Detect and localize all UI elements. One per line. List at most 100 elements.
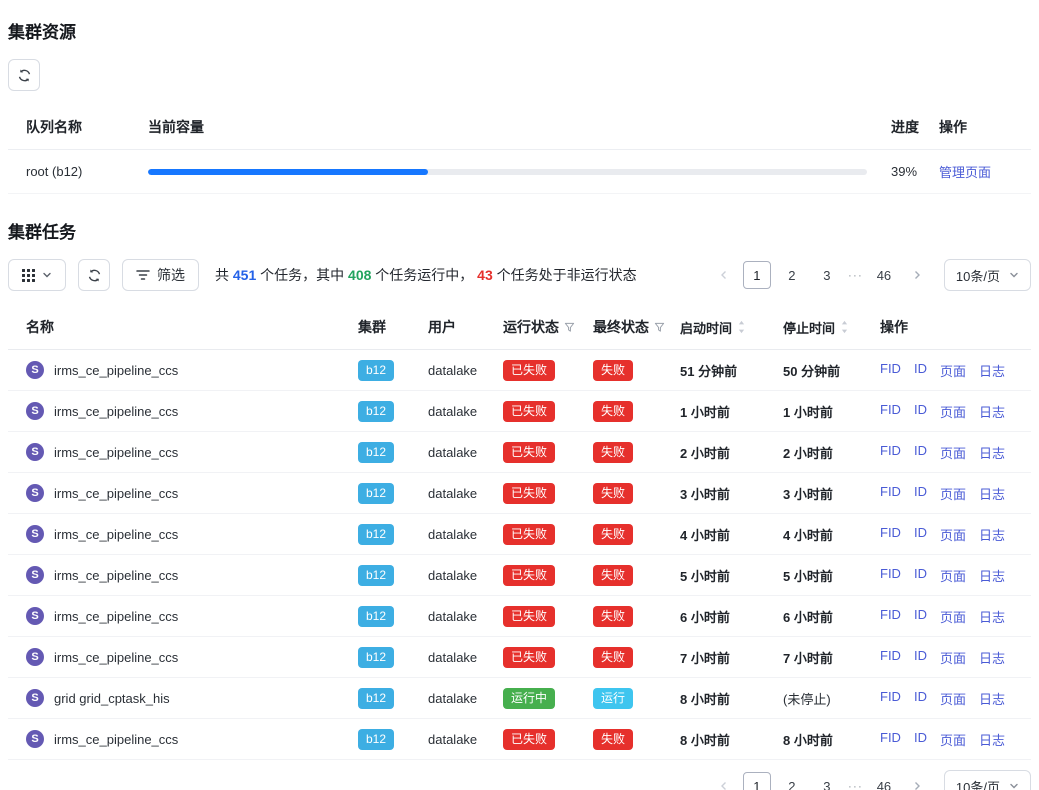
col-header-stop-time: 停止时间	[783, 318, 835, 337]
id-link[interactable]: ID	[914, 648, 927, 667]
id-link[interactable]: ID	[914, 689, 927, 708]
col-header-progress: 进度	[891, 117, 939, 137]
sort-icon[interactable]	[840, 320, 849, 334]
run-status-badge: 已失败	[503, 524, 555, 545]
start-time: 8 小时前	[680, 730, 783, 749]
page-link[interactable]: 页面	[940, 484, 966, 503]
stop-time: 2 小时前	[783, 443, 880, 462]
page-button-3[interactable]: 3	[813, 772, 841, 790]
page-size-select[interactable]: 10条/页	[944, 259, 1031, 291]
task-name: grid grid_cptask_his	[54, 691, 170, 706]
page-button-1[interactable]: 1	[743, 772, 771, 790]
fid-link[interactable]: FID	[880, 607, 901, 626]
task-user: datalake	[428, 486, 503, 501]
page-link[interactable]: 页面	[940, 648, 966, 667]
manage-page-link[interactable]: 管理页面	[939, 165, 991, 180]
fid-link[interactable]: FID	[880, 689, 901, 708]
page-button-2[interactable]: 2	[778, 261, 806, 289]
log-link[interactable]: 日志	[979, 525, 1005, 544]
id-link[interactable]: ID	[914, 730, 927, 749]
tasks-table-body: S irms_ce_pipeline_ccs b12 datalake 已失败 …	[8, 350, 1031, 760]
run-status-badge: 已失败	[503, 565, 555, 586]
page-button-2[interactable]: 2	[778, 772, 806, 790]
id-link[interactable]: ID	[914, 443, 927, 462]
page-ellipsis[interactable]: ···	[848, 779, 863, 790]
id-link[interactable]: ID	[914, 361, 927, 380]
next-page-button[interactable]	[905, 261, 929, 289]
filter-lines-icon	[136, 269, 150, 281]
stop-time: (未停止)	[783, 689, 880, 708]
id-link[interactable]: ID	[914, 525, 927, 544]
page-button-last[interactable]: 46	[870, 772, 898, 790]
id-link[interactable]: ID	[914, 566, 927, 585]
page-link[interactable]: 页面	[940, 566, 966, 585]
prev-page-button[interactable]	[712, 772, 736, 790]
log-link[interactable]: 日志	[979, 607, 1005, 626]
log-link[interactable]: 日志	[979, 689, 1005, 708]
fid-link[interactable]: FID	[880, 361, 901, 380]
fid-link[interactable]: FID	[880, 525, 901, 544]
fid-link[interactable]: FID	[880, 443, 901, 462]
sort-icon[interactable]	[737, 320, 746, 334]
id-link[interactable]: ID	[914, 607, 927, 626]
tasks-refresh-button[interactable]	[78, 259, 110, 291]
page-link[interactable]: 页面	[940, 361, 966, 380]
page-size-select[interactable]: 10条/页	[944, 770, 1031, 790]
page-button-last[interactable]: 46	[870, 261, 898, 289]
final-status-badge: 失败	[593, 647, 633, 668]
id-link[interactable]: ID	[914, 484, 927, 503]
grid-icon	[22, 269, 35, 282]
filter-funnel-icon[interactable]	[564, 322, 575, 333]
fid-link[interactable]: FID	[880, 648, 901, 667]
page-button-3[interactable]: 3	[813, 261, 841, 289]
cluster-badge: b12	[358, 729, 394, 750]
task-name: irms_ce_pipeline_ccs	[54, 650, 178, 665]
page-link[interactable]: 页面	[940, 730, 966, 749]
id-link[interactable]: ID	[914, 402, 927, 421]
page-link[interactable]: 页面	[940, 607, 966, 626]
col-header-cluster: 集群	[358, 317, 428, 337]
log-link[interactable]: 日志	[979, 648, 1005, 667]
page: 集群资源 队列名称 当前容量 进度 操作 root (b12) 39%	[0, 0, 1039, 790]
avatar: S	[26, 402, 44, 420]
page-link[interactable]: 页面	[940, 402, 966, 421]
log-link[interactable]: 日志	[979, 730, 1005, 749]
run-status-badge: 已失败	[503, 442, 555, 463]
fid-link[interactable]: FID	[880, 566, 901, 585]
filter-button[interactable]: 筛选	[122, 259, 199, 291]
next-page-button[interactable]	[905, 772, 929, 790]
task-name: irms_ce_pipeline_ccs	[54, 486, 178, 501]
page-button-1[interactable]: 1	[743, 261, 771, 289]
log-link[interactable]: 日志	[979, 484, 1005, 503]
table-row: S irms_ce_pipeline_ccs b12 datalake 已失败 …	[8, 473, 1031, 514]
col-header-action: 操作	[939, 117, 1031, 137]
filter-funnel-icon[interactable]	[654, 322, 665, 333]
tasks-table: 名称 集群 用户 运行状态 最终状态 启动时间 停止时间 操作 S	[8, 305, 1031, 760]
fid-link[interactable]: FID	[880, 484, 901, 503]
table-row: S irms_ce_pipeline_ccs b12 datalake 已失败 …	[8, 596, 1031, 637]
fid-link[interactable]: FID	[880, 402, 901, 421]
total-count: 451	[233, 267, 256, 283]
page-ellipsis[interactable]: ···	[848, 268, 863, 282]
avatar: S	[26, 648, 44, 666]
stop-time: 8 小时前	[783, 730, 880, 749]
task-name: irms_ce_pipeline_ccs	[54, 609, 178, 624]
stopped-count: 43	[477, 267, 493, 283]
avatar: S	[26, 484, 44, 502]
page-link[interactable]: 页面	[940, 525, 966, 544]
column-layout-button[interactable]	[8, 259, 66, 291]
page-link[interactable]: 页面	[940, 443, 966, 462]
final-status-badge: 失败	[593, 729, 633, 750]
task-name: irms_ce_pipeline_ccs	[54, 527, 178, 542]
prev-page-button[interactable]	[712, 261, 736, 289]
log-link[interactable]: 日志	[979, 361, 1005, 380]
fid-link[interactable]: FID	[880, 730, 901, 749]
table-row: S irms_ce_pipeline_ccs b12 datalake 已失败 …	[8, 350, 1031, 391]
log-link[interactable]: 日志	[979, 566, 1005, 585]
resources-refresh-button[interactable]	[8, 59, 40, 91]
log-link[interactable]: 日志	[979, 402, 1005, 421]
avatar: S	[26, 730, 44, 748]
page-link[interactable]: 页面	[940, 689, 966, 708]
tasks-footer: 1 2 3 ··· 46 10条/页	[8, 770, 1031, 790]
log-link[interactable]: 日志	[979, 443, 1005, 462]
